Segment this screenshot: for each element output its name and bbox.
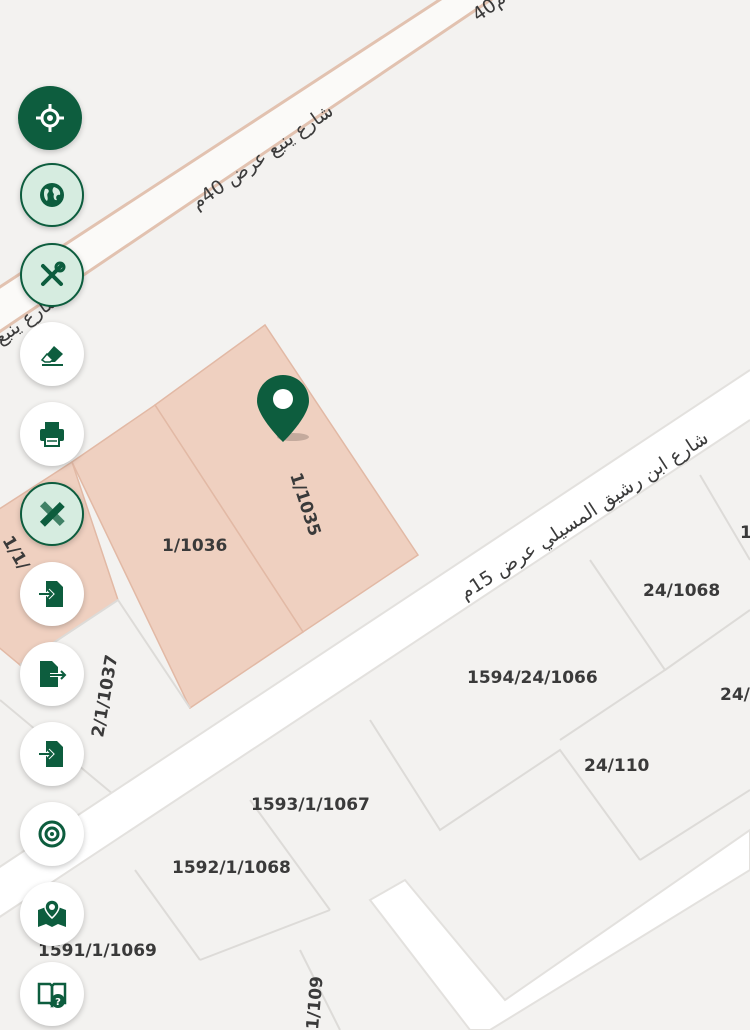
file-import-icon [39,581,63,607]
print-button[interactable] [20,402,84,466]
parcel-label-1592: 1592/1/1068 [172,858,291,878]
tools-icon [41,261,66,286]
parcel-label-1036: 1/1036 [162,536,227,556]
map-layers-button[interactable] [20,882,84,946]
map-canvas[interactable]: شارع ينبع عرض 40م شارع ينبع 40م شارع ابن… [0,0,750,1030]
draw-button[interactable] [20,482,84,546]
help-guide-button[interactable]: ? [20,962,84,1026]
tools-button[interactable] [20,243,84,307]
eraser-button[interactable] [20,322,84,386]
export-file-button[interactable] [20,642,84,706]
target-button[interactable] [20,802,84,866]
target-icon [38,820,66,848]
parcel-label-1593: 1593/1/1067 [251,795,370,815]
globe-button[interactable] [20,163,84,227]
file-import-icon [39,741,63,767]
import-layer-button[interactable] [20,722,84,786]
map-pin-map-icon [38,899,66,927]
locate-me-button[interactable] [18,86,82,150]
svg-text:?: ? [55,997,61,1008]
parcel-label-right-edge: 1 [740,523,750,543]
parcel-label-1594: 1594/24/1066 [467,668,598,688]
crosshair-icon [36,104,64,132]
parcel-label-24-edge: 24/ [720,685,750,705]
parcel-label-24-110: 24/110 [584,756,650,776]
map-toolbar: ? [18,0,86,1030]
file-export-icon [40,661,68,687]
printer-icon [40,422,64,447]
parcel-label-24-1068: 24/1068 [643,581,720,601]
book-help-icon: ? [37,982,67,1009]
import-file-button[interactable] [20,562,84,626]
globe-icon [40,183,64,207]
pencil-ruler-icon [39,501,65,527]
eraser-icon [40,346,63,366]
